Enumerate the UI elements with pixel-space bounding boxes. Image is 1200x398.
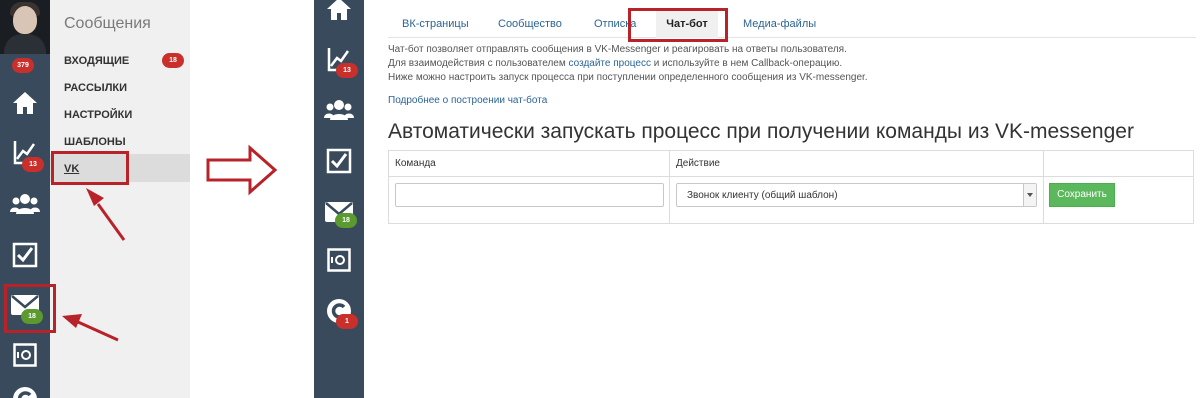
description-line-2: Для взаимодействия с пользователем созда… — [388, 58, 842, 69]
right-icon-rail: 13 18 1 — [314, 0, 364, 398]
composite-screenshot: 379 13 18 Сообщения ВХОДЯЩИЕ 18 РАССЫЛКИ — [0, 0, 1200, 398]
transition-arrow — [206, 144, 278, 196]
table-divider — [669, 151, 670, 223]
tab-media-files[interactable]: Медиа-файлы — [743, 10, 816, 38]
table-divider — [389, 176, 1193, 177]
action-select-value: Звонок клиенту (общий шаблон) — [687, 190, 838, 201]
column-header-action: Действие — [676, 158, 720, 169]
home-icon[interactable] — [326, 0, 352, 22]
description-text: Для взаимодействия с пользователем — [388, 58, 569, 69]
c-badge: 1 — [336, 314, 358, 329]
mail-badge: 18 — [335, 213, 357, 228]
tab-community[interactable]: Сообщество — [498, 10, 562, 38]
action-select[interactable]: Звонок клиенту (общий шаблон) — [676, 183, 1037, 207]
save-button[interactable]: Сохранить — [1049, 183, 1115, 207]
tasks-icon[interactable] — [326, 148, 352, 174]
description-line-1: Чат-бот позволяет отправлять сообщения в… — [388, 44, 847, 55]
annotation-arrows — [62, 144, 278, 342]
chevron-down-icon[interactable] — [1023, 184, 1036, 206]
tab-vk-pages[interactable]: ВК-страницы — [402, 10, 469, 38]
description-line-3: Ниже можно настроить запуск процесса при… — [388, 72, 868, 83]
chatbot-more-link[interactable]: Подробнее о построении чат-бота — [388, 95, 547, 106]
safe-icon[interactable] — [327, 248, 351, 272]
command-input[interactable] — [395, 183, 664, 207]
arrow-to-vk — [86, 188, 126, 241]
analytics-badge: 13 — [336, 63, 358, 78]
page-title: Автоматически запускать процесс при полу… — [388, 120, 1134, 143]
create-process-link[interactable]: создайте процесс — [569, 58, 651, 69]
users-icon[interactable] — [324, 98, 354, 122]
description-text: и используйте в нем Callback-операцию. — [650, 58, 843, 69]
tab-bar: ВК-страницы Сообщество Отписка Чат-бот М… — [388, 10, 1196, 38]
table-divider — [1043, 151, 1044, 223]
vk-chatbot-page: ВК-страницы Сообщество Отписка Чат-бот М… — [364, 0, 1200, 398]
column-header-command: Команда — [395, 158, 436, 169]
arrow-to-mail — [62, 314, 119, 342]
chatbot-tab-highlight-box — [628, 8, 728, 42]
command-table: Команда Действие Звонок клиенту (общий ш… — [388, 150, 1194, 224]
